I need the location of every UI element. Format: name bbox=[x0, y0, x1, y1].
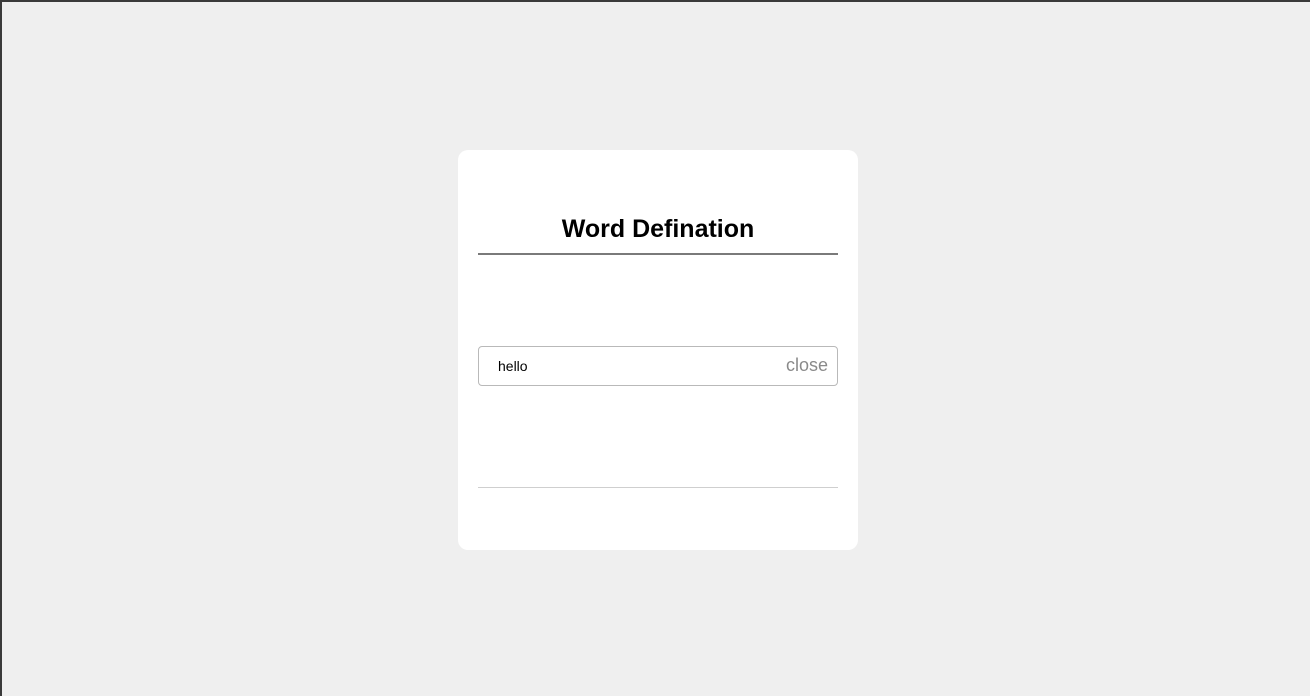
title-divider bbox=[478, 253, 838, 255]
close-button[interactable]: close bbox=[786, 347, 828, 385]
bottom-divider bbox=[478, 487, 838, 488]
word-definition-card: Word Defination close bbox=[458, 150, 858, 550]
window-frame-top bbox=[0, 0, 1310, 2]
window-frame-left bbox=[0, 0, 2, 696]
card-title: Word Defination bbox=[561, 215, 755, 243]
word-search-box: close bbox=[478, 346, 838, 386]
definition-result-area bbox=[478, 386, 838, 486]
word-input[interactable] bbox=[498, 347, 778, 385]
